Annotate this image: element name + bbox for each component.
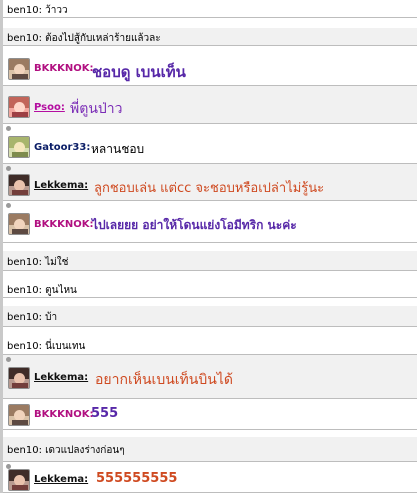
system-message: ben10: ต้องไปสู้กับเหล่าร้ายแล้วละ bbox=[3, 28, 417, 46]
chat-message: Gatoor33: หลานชอบ bbox=[3, 124, 417, 164]
chat-message: BKKKNOK: ไปเลยยย อย่าให้โดนแย่งโอมีทริก … bbox=[3, 201, 417, 243]
system-message: ben10: เดวแปลงร่างก่อนๆ bbox=[3, 437, 417, 462]
chat-message: BKKKNOK: 555 bbox=[3, 399, 417, 430]
chat-message-text: 555 bbox=[91, 406, 119, 421]
chat-username[interactable]: BKKKNOK: bbox=[34, 63, 94, 74]
system-message-text: ben10: นี่เบนเทน bbox=[7, 341, 86, 352]
chat-username[interactable]: Psoo: bbox=[34, 102, 65, 113]
system-message-text: ben10: ต้องไปสู้กับเหล่าร้ายแล้วละ bbox=[7, 33, 161, 44]
chat-username[interactable]: Lekkema: bbox=[34, 372, 88, 383]
psoo-avatar-icon[interactable] bbox=[8, 96, 30, 118]
online-indicator-icon bbox=[6, 203, 11, 208]
chat-username[interactable]: BKKKNOK: bbox=[34, 409, 94, 420]
lekkema-avatar-icon[interactable] bbox=[8, 174, 30, 196]
system-message-text: ben10: บ้า bbox=[7, 312, 58, 323]
system-message: ben10: ว้าวว bbox=[3, 0, 417, 18]
chat-message: Lekkema: 555555555 bbox=[3, 462, 417, 493]
system-message-text: ben10: ไม่ใช่ bbox=[7, 257, 69, 268]
chat-message-text: หลานชอบ bbox=[91, 142, 145, 156]
system-message: ben10: บ้า bbox=[3, 306, 417, 327]
system-message: ben10: ตูนไหน bbox=[3, 279, 417, 298]
chat-message-text: 555555555 bbox=[96, 471, 178, 486]
system-message-text: ben10: ว้าวว bbox=[7, 5, 68, 16]
system-message-text: ben10: ตูนไหน bbox=[7, 285, 77, 296]
bkkknok-avatar-icon[interactable] bbox=[8, 404, 30, 426]
chat-message: Lekkema: อยากเห็นเบนเท็นบินได้ bbox=[3, 355, 417, 399]
bkkknok-avatar-icon[interactable] bbox=[8, 213, 30, 235]
system-message-text: ben10: เดวแปลงร่างก่อนๆ bbox=[7, 445, 125, 456]
system-message: ben10: ไม่ใช่ bbox=[3, 251, 417, 271]
chat-username[interactable]: Gatoor33: bbox=[34, 142, 90, 153]
bkkknok-avatar-icon[interactable] bbox=[8, 58, 30, 80]
chat-message-text: ลูกชอบเล่น แต่cc จะชอบหรือเปล่าไม่รู้นะ bbox=[94, 181, 325, 196]
lekkema-avatar-icon[interactable] bbox=[8, 469, 30, 491]
chat-message: Lekkema: ลูกชอบเล่น แต่cc จะชอบหรือเปล่า… bbox=[3, 164, 417, 201]
chat-username[interactable]: Lekkema: bbox=[34, 474, 88, 485]
chat-message-text: ไปเลยยย อย่าให้โดนแย่งโอมีทริก นะค่ะ bbox=[92, 218, 297, 232]
chat-message: Psoo: พี่ตูนป่าว bbox=[3, 86, 417, 124]
chat-message-text: ชอบดู เบนเท็น bbox=[92, 63, 186, 81]
chat-username[interactable]: BKKKNOK: bbox=[34, 219, 94, 230]
chat-message-text: อยากเห็นเบนเท็นบินได้ bbox=[95, 372, 233, 388]
chat-message-text: พี่ตูนป่าว bbox=[70, 101, 123, 117]
online-indicator-icon bbox=[6, 166, 11, 171]
system-message: ben10: นี่เบนเทน bbox=[3, 335, 417, 355]
chat-message: BKKKNOK: ชอบดู เบนเท็น bbox=[3, 53, 417, 86]
online-indicator-icon bbox=[6, 126, 11, 131]
chat-log: ben10: ว้าวว ben10: ต้องไปสู้กับเหล่าร้า… bbox=[0, 0, 417, 493]
chat-username[interactable]: Lekkema: bbox=[34, 180, 88, 191]
gatoor-avatar-icon[interactable] bbox=[8, 136, 30, 158]
online-indicator-icon bbox=[6, 357, 11, 362]
lekkema-avatar-icon[interactable] bbox=[8, 367, 30, 389]
